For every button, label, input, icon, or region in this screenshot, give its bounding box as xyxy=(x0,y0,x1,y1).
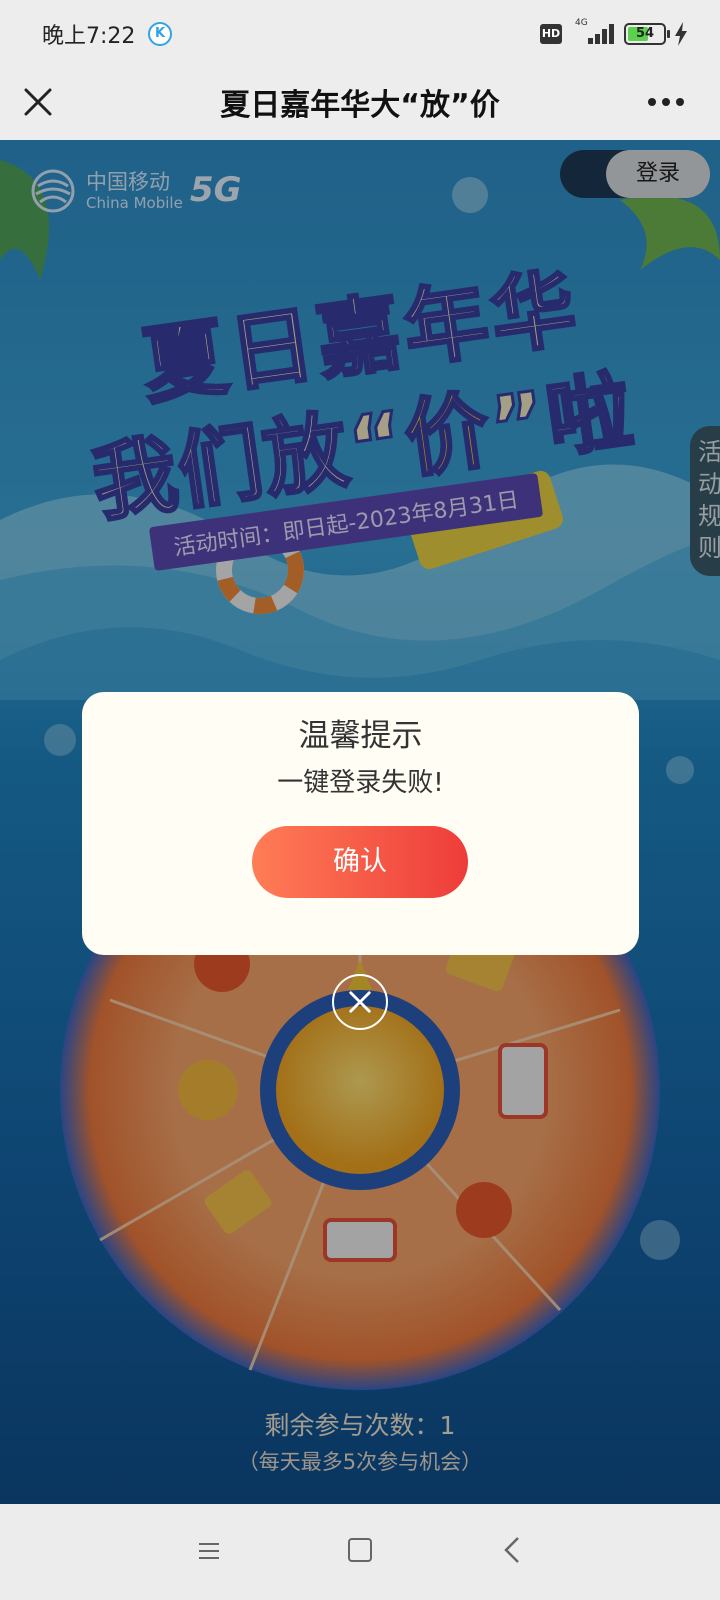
wheel-close-icon[interactable] xyxy=(332,974,388,1030)
menu-icon[interactable] xyxy=(196,1538,222,1564)
close-icon[interactable] xyxy=(18,82,58,122)
hd-icon: HD xyxy=(540,24,562,44)
dialog-title: 温馨提示 xyxy=(298,718,423,754)
app-notification-icon: K xyxy=(148,22,172,46)
page-title: 夏日嘉年华大“放”价 xyxy=(220,88,500,123)
battery-level: 54 xyxy=(635,26,655,41)
charging-icon xyxy=(675,22,687,46)
confirm-button[interactable]: 确认 xyxy=(252,826,468,898)
more-icon[interactable] xyxy=(644,86,688,118)
status-time: 晚上7:22 xyxy=(42,24,136,49)
home-icon[interactable] xyxy=(348,1538,372,1562)
login-failed-dialog: 温馨提示 一键登录失败! 确认 xyxy=(82,692,639,955)
signal-icon xyxy=(580,22,616,44)
battery-icon: 54 xyxy=(624,23,666,45)
title-bar: 夏日嘉年华大“放”价 xyxy=(0,68,720,140)
system-nav-bar xyxy=(0,1504,720,1600)
dialog-message: 一键登录失败! xyxy=(277,768,444,798)
status-bar: 晚上7:22 K HD 4G 54 xyxy=(0,0,720,68)
back-icon[interactable] xyxy=(500,1534,524,1566)
